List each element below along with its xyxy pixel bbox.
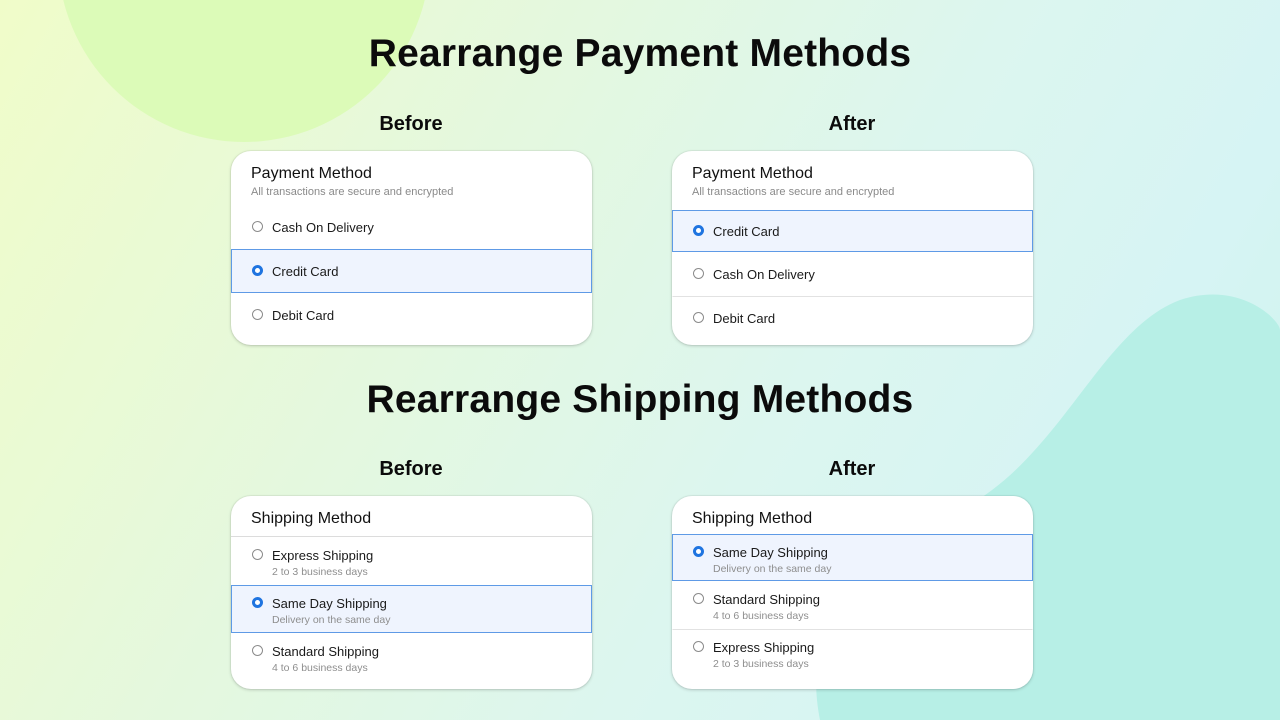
radio-unchecked-icon[interactable] — [693, 641, 704, 652]
radio-checked-icon[interactable] — [693, 225, 704, 236]
card-title: Payment Method — [692, 165, 813, 182]
background-wave — [816, 294, 1280, 720]
radio-unchecked-icon[interactable] — [252, 549, 263, 560]
card-title: Payment Method — [251, 165, 372, 182]
option-label: Cash On Delivery — [272, 219, 374, 235]
radio-checked-icon[interactable] — [252, 265, 263, 276]
option-description: 4 to 6 business days — [272, 662, 368, 674]
payment-option-credit-card[interactable]: Credit Card — [672, 210, 1033, 252]
card-title: Shipping Method — [251, 510, 372, 527]
shipping-option-same-day[interactable]: Same Day Shipping Delivery on the same d… — [672, 534, 1033, 581]
option-label: Express Shipping — [272, 548, 374, 563]
option-label: Express Shipping — [713, 640, 815, 655]
card-subtitle: All transactions are secure and encrypte… — [692, 186, 895, 198]
payment-card-before: Payment Method All transactions are secu… — [231, 151, 592, 345]
payment-card-after: Payment Method All transactions are secu… — [672, 151, 1033, 345]
shipping-before-label: Before — [379, 458, 443, 480]
radio-unchecked-icon[interactable] — [693, 593, 704, 604]
shipping-option-standard[interactable]: Standard Shipping 4 to 6 business days — [231, 633, 592, 681]
shipping-option-express[interactable]: Express Shipping 2 to 3 business days — [231, 537, 592, 585]
option-label: Debit Card — [713, 310, 776, 326]
radio-unchecked-icon[interactable] — [252, 221, 263, 232]
option-label: Same Day Shipping — [713, 545, 828, 560]
radio-checked-icon[interactable] — [252, 597, 263, 608]
radio-unchecked-icon[interactable] — [252, 309, 263, 320]
payment-heading: Rearrange Payment Methods — [368, 32, 912, 75]
option-label: Credit Card — [713, 223, 780, 239]
shipping-after-label: After — [828, 458, 876, 480]
card-subtitle: All transactions are secure and encrypte… — [251, 186, 454, 198]
option-label: Standard Shipping — [713, 592, 820, 607]
shipping-heading: Rearrange Shipping Methods — [366, 378, 914, 421]
option-label: Cash On Delivery — [713, 266, 815, 282]
option-description: 4 to 6 business days — [713, 610, 809, 622]
option-description: Delivery on the same day — [272, 614, 391, 626]
payment-before-label: Before — [379, 113, 443, 135]
shipping-card-after: Shipping Method Same Day Shipping Delive… — [672, 496, 1033, 689]
payment-after-label: After — [828, 113, 876, 135]
shipping-option-express[interactable]: Express Shipping 2 to 3 business days — [672, 629, 1033, 677]
payment-option-cash-on-delivery[interactable]: Cash On Delivery — [231, 205, 592, 249]
payment-option-debit-card[interactable]: Debit Card — [231, 293, 592, 337]
option-label: Debit Card — [272, 307, 335, 323]
option-description: Delivery on the same day — [713, 563, 832, 575]
radio-unchecked-icon[interactable] — [693, 268, 704, 279]
option-label: Credit Card — [272, 263, 339, 279]
radio-checked-icon[interactable] — [693, 546, 704, 557]
option-description: 2 to 3 business days — [713, 658, 809, 670]
option-label: Same Day Shipping — [272, 596, 387, 611]
payment-option-debit-card[interactable]: Debit Card — [672, 296, 1033, 340]
radio-unchecked-icon[interactable] — [693, 312, 704, 323]
payment-option-credit-card[interactable]: Credit Card — [231, 249, 592, 293]
option-label: Standard Shipping — [272, 644, 379, 659]
shipping-card-before: Shipping Method Express Shipping 2 to 3 … — [231, 496, 592, 689]
payment-option-cash-on-delivery[interactable]: Cash On Delivery — [672, 252, 1033, 296]
shipping-option-standard[interactable]: Standard Shipping 4 to 6 business days — [672, 581, 1033, 629]
option-description: 2 to 3 business days — [272, 566, 368, 578]
radio-unchecked-icon[interactable] — [252, 645, 263, 656]
shipping-option-same-day[interactable]: Same Day Shipping Delivery on the same d… — [231, 585, 592, 633]
card-title: Shipping Method — [692, 510, 813, 527]
